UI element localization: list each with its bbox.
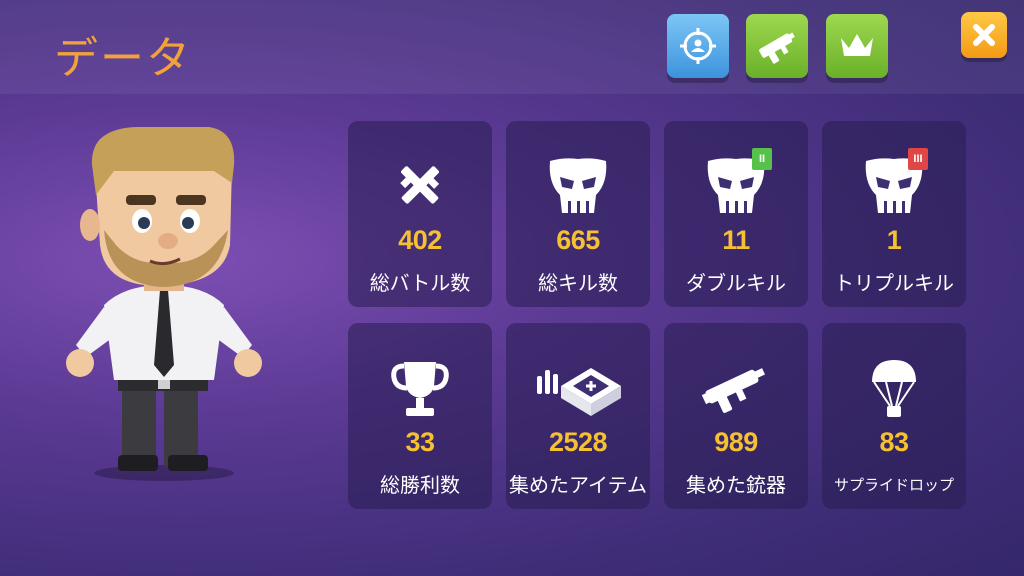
stat-value: 665 bbox=[556, 225, 600, 255]
stat-value: 11 bbox=[722, 225, 750, 255]
crown-icon bbox=[841, 34, 873, 56]
stat-label: 集めたアイテム bbox=[509, 473, 647, 497]
page-title: データ bbox=[54, 33, 192, 84]
stat-card-triple-kills: III 1 トリプルキル bbox=[822, 121, 966, 307]
stat-label: 総勝利数 bbox=[380, 473, 460, 497]
gun-icon bbox=[701, 368, 766, 413]
gun-icon bbox=[759, 32, 795, 64]
trophy-icon bbox=[391, 362, 449, 416]
stat-card-total-battles: 402 総バトル数 bbox=[348, 121, 492, 307]
stat-value: 83 bbox=[879, 427, 909, 457]
double-kill-badge: II bbox=[752, 148, 772, 170]
stat-card-double-kills: II 11 ダブルキル bbox=[664, 121, 808, 307]
stat-label: トリプルキル bbox=[834, 271, 954, 295]
stat-label: 総バトル数 bbox=[369, 271, 471, 295]
stat-value: 2528 bbox=[548, 427, 608, 457]
stat-value: 402 bbox=[398, 225, 442, 255]
parachute-icon bbox=[872, 360, 916, 417]
tab-ranking[interactable] bbox=[826, 14, 888, 78]
crosshair-user-icon bbox=[680, 28, 716, 64]
stats-grid: 402 総バトル数 665 総キル数 II 11 ダブルキル III 1 トリプ… bbox=[348, 121, 966, 509]
stat-card-total-kills: 665 総キル数 bbox=[506, 121, 650, 307]
stat-value: 989 bbox=[714, 427, 758, 457]
stat-label: サプライドロップ bbox=[833, 476, 954, 494]
close-button[interactable] bbox=[961, 12, 1007, 58]
stat-label: 総キル数 bbox=[538, 271, 618, 295]
player-character bbox=[66, 127, 262, 481]
close-icon bbox=[973, 24, 995, 46]
triple-kill-badge: III bbox=[908, 148, 928, 170]
item-crate-icon bbox=[537, 368, 621, 416]
stat-label: ダブルキル bbox=[686, 271, 786, 295]
stat-value: 1 bbox=[886, 225, 902, 255]
tab-profile-stats[interactable] bbox=[667, 14, 729, 78]
skull-icon bbox=[549, 158, 607, 213]
stat-label: 集めた銃器 bbox=[686, 473, 786, 497]
stat-card-supply-drops: 83 サプライドロップ bbox=[822, 323, 966, 509]
stat-card-total-wins: 33 総勝利数 bbox=[348, 323, 492, 509]
stat-value: 33 bbox=[405, 427, 435, 457]
tab-weapons[interactable] bbox=[746, 14, 808, 78]
stat-card-items-collected: 2528 集めたアイテム bbox=[506, 323, 650, 509]
crossed-guns-icon bbox=[400, 166, 440, 204]
stat-card-guns-collected: 989 集めた銃器 bbox=[664, 323, 808, 509]
